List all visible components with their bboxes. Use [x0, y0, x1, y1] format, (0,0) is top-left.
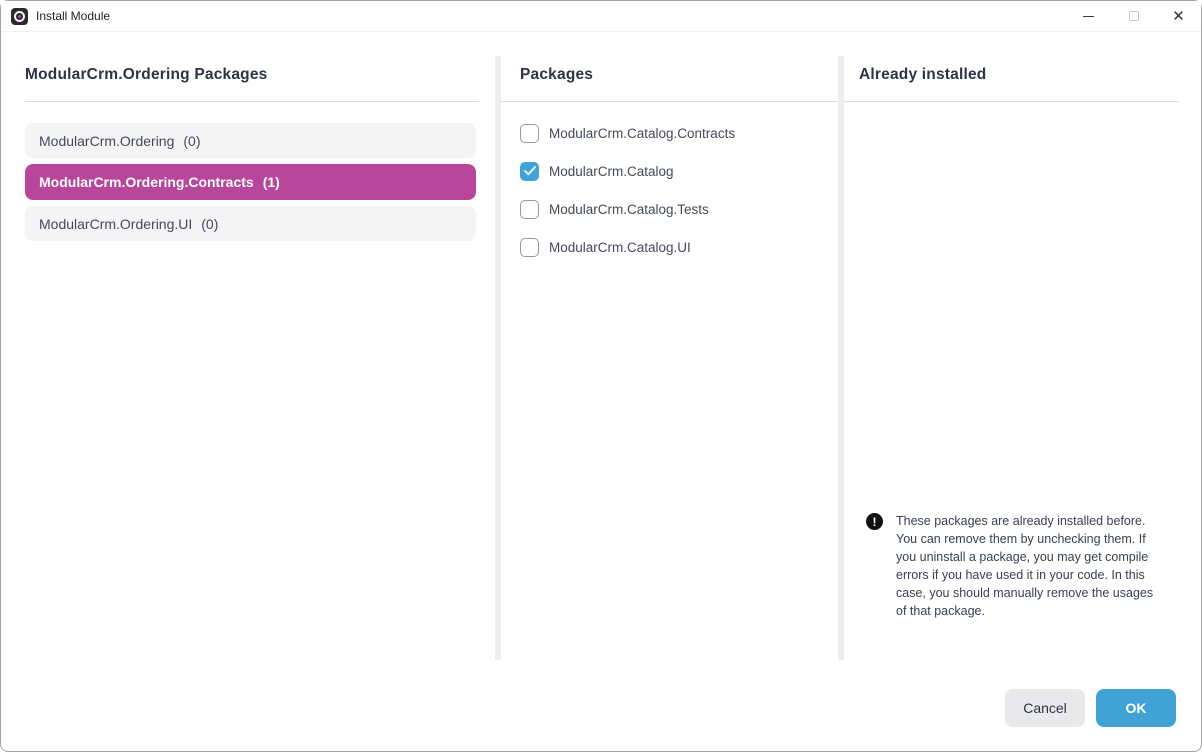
already-installed-column-header: Already installed: [844, 63, 1179, 102]
module-count: (0): [201, 216, 218, 232]
maximize-icon: [1129, 11, 1139, 21]
minimize-icon: [1083, 16, 1094, 17]
close-button[interactable]: ✕: [1156, 1, 1201, 31]
window-title: Install Module: [36, 9, 110, 23]
package-row-catalog-ui[interactable]: ModularCrm.Catalog.UI: [520, 237, 820, 257]
checkbox-unchecked[interactable]: [520, 200, 539, 219]
package-row-catalog-contracts[interactable]: ModularCrm.Catalog.Contracts: [520, 123, 820, 143]
already-installed-notice: ! These packages are already installed b…: [866, 512, 1166, 620]
module-count: (1): [263, 174, 280, 190]
module-item-ordering-contracts[interactable]: ModularCrm.Ordering.Contracts (1): [25, 164, 476, 200]
package-label: ModularCrm.Catalog.UI: [549, 240, 691, 255]
package-list: ModularCrm.Catalog.Contracts ModularCrm.…: [520, 123, 820, 275]
module-name: ModularCrm.Ordering.Contracts: [39, 174, 254, 190]
exclamation-icon: !: [866, 513, 883, 530]
window-controls: ✕: [1066, 1, 1201, 31]
package-label: ModularCrm.Catalog.Tests: [549, 202, 709, 217]
title-bar: Install Module ✕: [1, 1, 1201, 32]
checkbox-checked[interactable]: [520, 162, 539, 181]
package-row-catalog-tests[interactable]: ModularCrm.Catalog.Tests: [520, 199, 820, 219]
module-count: (0): [183, 133, 200, 149]
column-divider: [838, 56, 844, 660]
package-label: ModularCrm.Catalog: [549, 164, 674, 179]
module-item-ordering[interactable]: ModularCrm.Ordering (0): [25, 123, 476, 158]
minimize-button[interactable]: [1066, 1, 1111, 31]
module-name: ModularCrm.Ordering: [39, 133, 174, 149]
module-list: ModularCrm.Ordering (0) ModularCrm.Order…: [25, 123, 476, 247]
close-icon: ✕: [1172, 9, 1185, 24]
app-logo-icon: [11, 8, 28, 25]
checkmark-icon: [524, 166, 536, 176]
package-row-catalog[interactable]: ModularCrm.Catalog: [520, 161, 820, 181]
cancel-button[interactable]: Cancel: [1005, 689, 1085, 727]
column-divider: [495, 56, 501, 660]
modules-column-header: ModularCrm.Ordering Packages: [25, 63, 479, 102]
module-item-ordering-ui[interactable]: ModularCrm.Ordering.UI (0): [25, 206, 476, 241]
packages-column-header: Packages: [498, 63, 838, 102]
notice-text: These packages are already installed bef…: [896, 512, 1164, 620]
module-name: ModularCrm.Ordering.UI: [39, 216, 192, 232]
maximize-button[interactable]: [1111, 1, 1156, 31]
checkbox-unchecked[interactable]: [520, 238, 539, 257]
package-label: ModularCrm.Catalog.Contracts: [549, 126, 735, 141]
checkbox-unchecked[interactable]: [520, 124, 539, 143]
ok-button[interactable]: OK: [1096, 689, 1176, 727]
